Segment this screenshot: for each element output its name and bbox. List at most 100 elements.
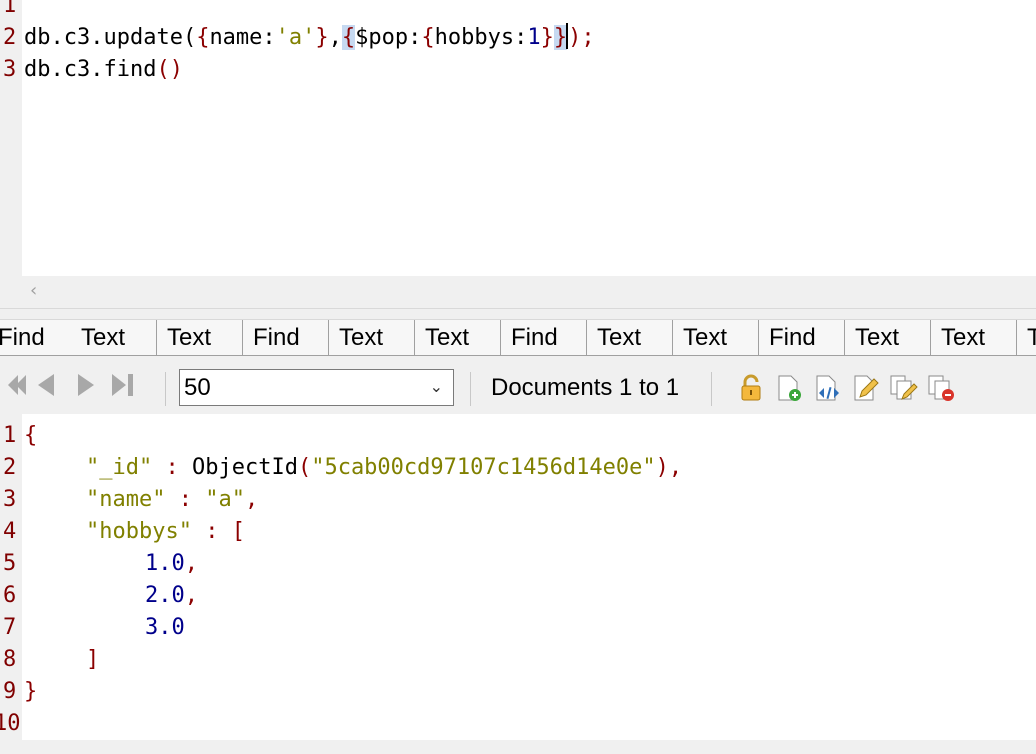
delete-document-icon[interactable] xyxy=(926,373,956,403)
line-number: 4 xyxy=(3,519,17,544)
json-token: [ xyxy=(231,519,245,544)
tab-text[interactable]: Text xyxy=(157,320,243,355)
line-number: 9 xyxy=(3,679,17,704)
line-number: 1 xyxy=(3,423,17,448)
code-token: 'a' xyxy=(275,25,316,50)
editor-horizontal-scrollbar[interactable]: ‹ xyxy=(0,276,1036,308)
view-document-icon[interactable] xyxy=(812,373,842,403)
edit-document-icon[interactable] xyxy=(850,373,880,403)
matched-brace: } xyxy=(553,25,568,50)
page-size-value: 50 xyxy=(184,374,211,401)
splitter[interactable] xyxy=(0,308,1036,320)
json-value: 3.0 xyxy=(145,615,185,640)
code-token: } xyxy=(540,25,554,50)
code-token: $pop: xyxy=(355,25,422,50)
code-token: hobbys: xyxy=(434,25,528,50)
json-token: ( xyxy=(297,455,312,480)
line-number: 3 xyxy=(3,487,17,512)
toolbar-separator xyxy=(470,372,471,406)
code-token: () xyxy=(156,57,183,82)
matched-brace: { xyxy=(341,25,356,50)
line-number: 2 xyxy=(3,25,17,50)
json-line: } xyxy=(24,676,37,708)
result-text-view[interactable]: 1 2 3 4 5 6 7 8 9 10 { "_id" : ObjectId(… xyxy=(0,414,1036,740)
json-key: "name" xyxy=(86,487,166,512)
json-line: 3.0 xyxy=(145,612,185,644)
tab-text[interactable]: Text xyxy=(415,320,501,355)
tab-text[interactable]: Text xyxy=(71,320,157,355)
documents-range-label: Documents 1 to 1 xyxy=(491,374,680,401)
json-value: 2.0 xyxy=(145,583,185,608)
code-token: } xyxy=(315,25,329,50)
line-number: 8 xyxy=(3,647,17,672)
json-line: "_id" : ObjectId("5cab00cd97107c1456d14e… xyxy=(86,452,682,484)
prev-page-icon[interactable] xyxy=(34,370,60,400)
line-number: 10 xyxy=(0,711,21,736)
result-line-gutter: 1 2 3 4 5 6 7 8 9 10 xyxy=(0,414,22,740)
scroll-left-icon[interactable]: ‹ xyxy=(30,280,37,301)
json-token: , xyxy=(244,487,259,512)
code-line-2[interactable]: db.c3.update({name:'a'},{$pop:{hobbys:1}… xyxy=(24,22,595,54)
json-value: "5cab00cd97107c1456d14e0e" xyxy=(311,455,656,480)
query-editor[interactable]: 1 2 3 db.c3.update({name:'a'},{$pop:{hob… xyxy=(0,0,1036,276)
json-line: "hobbys" : [ xyxy=(86,516,245,548)
tab-overflow[interactable]: T xyxy=(1017,320,1036,355)
tab-find[interactable]: Find xyxy=(0,320,74,355)
tab-text[interactable]: Text xyxy=(931,320,1017,355)
code-token: , xyxy=(328,25,342,50)
code-token: { xyxy=(421,25,435,50)
tab-find[interactable]: Find xyxy=(759,320,845,355)
json-value: 1.0 xyxy=(145,551,185,576)
code-token: 1 xyxy=(527,25,541,50)
json-line: 1.0, xyxy=(145,548,198,580)
toolbar-separator xyxy=(711,372,712,406)
json-line: ] xyxy=(86,644,99,676)
tab-find[interactable]: Find xyxy=(501,320,587,355)
json-line: 2.0, xyxy=(145,580,198,612)
new-document-icon[interactable] xyxy=(774,373,804,403)
json-token: ), xyxy=(655,455,683,480)
json-token: : xyxy=(191,519,232,544)
last-page-icon[interactable] xyxy=(108,370,138,400)
tab-text[interactable]: Text xyxy=(845,320,931,355)
json-token: , xyxy=(184,583,198,608)
toolbar-separator xyxy=(165,372,166,406)
next-page-icon[interactable] xyxy=(72,370,98,400)
tab-text[interactable]: Text xyxy=(587,320,673,355)
code-token: name: xyxy=(209,25,276,50)
tab-text[interactable]: Text xyxy=(673,320,759,355)
json-line: "name" : "a", xyxy=(86,484,258,516)
line-number: 7 xyxy=(3,615,17,640)
code-token: ); xyxy=(568,25,595,50)
code-token: db.c3.update( xyxy=(24,25,197,50)
json-key: "_id" xyxy=(86,455,153,480)
json-token: ] xyxy=(86,647,100,672)
line-number: 1 xyxy=(3,0,17,18)
result-horizontal-scrollbar[interactable] xyxy=(0,740,1036,754)
editor-line-gutter: 1 2 3 xyxy=(0,0,22,276)
json-key: "hobbys" xyxy=(86,519,192,544)
json-token: , xyxy=(184,551,198,576)
json-token: } xyxy=(24,679,38,704)
json-line: { xyxy=(24,420,37,452)
json-value: "a" xyxy=(205,487,245,512)
line-number: 3 xyxy=(3,57,17,82)
tab-text[interactable]: Text xyxy=(329,320,415,355)
tab-find[interactable]: Find xyxy=(243,320,329,355)
result-tabs: Find Text Text Find Text Text Find Text … xyxy=(0,320,1036,356)
code-token: { xyxy=(196,25,210,50)
json-token: : xyxy=(152,455,192,480)
page-size-select[interactable]: 50 ⌄ xyxy=(179,369,454,406)
json-token: ObjectId xyxy=(191,455,298,480)
json-token: : xyxy=(165,487,206,512)
copy-document-icon[interactable] xyxy=(888,373,918,403)
line-number: 2 xyxy=(3,455,17,480)
code-line-3[interactable]: db.c3.find() xyxy=(24,54,183,86)
code-token: db.c3.find xyxy=(24,57,157,82)
first-page-icon[interactable] xyxy=(2,370,32,400)
line-number: 6 xyxy=(3,583,17,608)
lock-icon[interactable] xyxy=(736,373,766,403)
chevron-down-icon: ⌄ xyxy=(429,379,443,396)
json-token: { xyxy=(24,423,38,448)
line-number: 5 xyxy=(3,551,17,576)
